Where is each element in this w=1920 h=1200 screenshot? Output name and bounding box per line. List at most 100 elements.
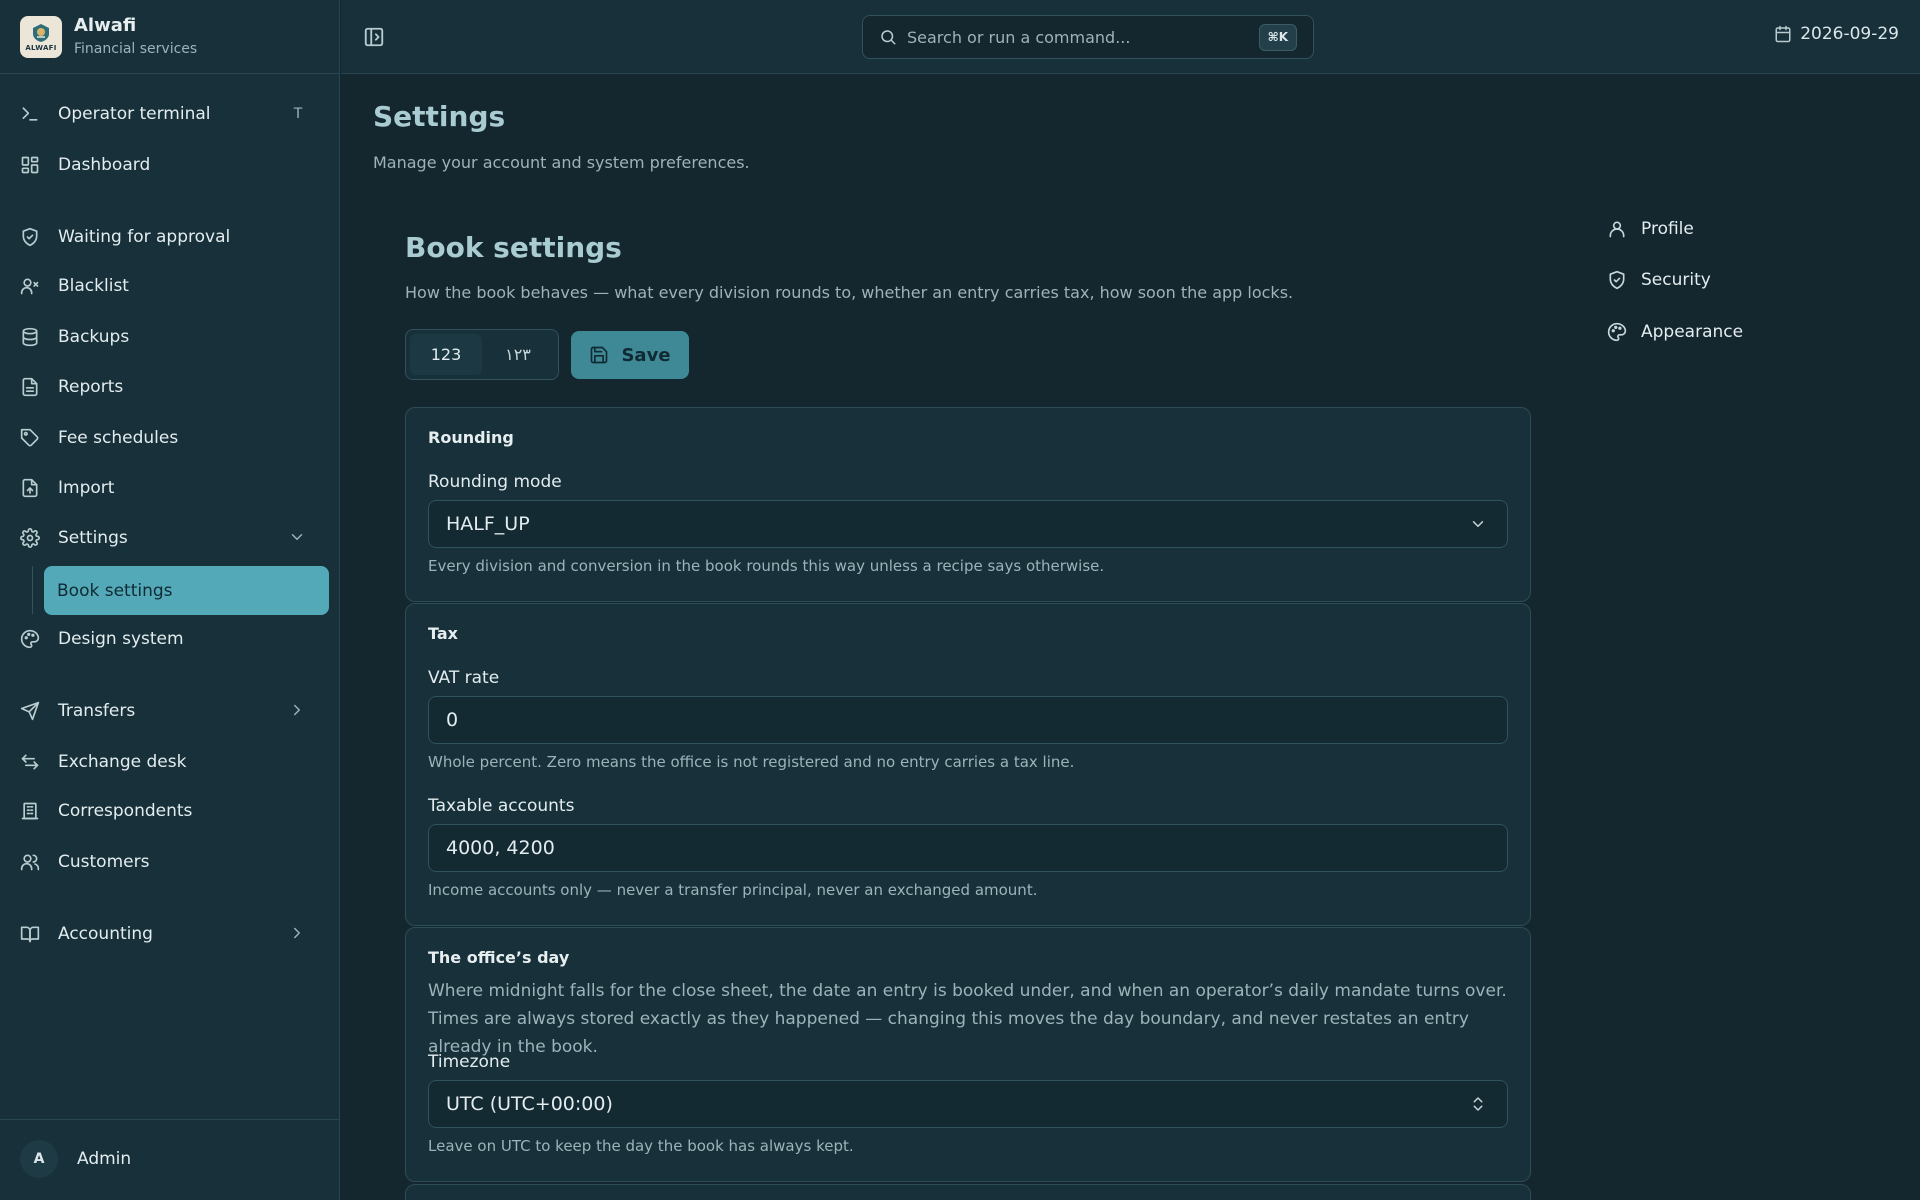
card-title: Tax [428,624,458,643]
settings-nav-appearance[interactable]: Appearance [1607,320,1743,344]
sidebar-item-correspondents[interactable]: Correspondents [20,791,320,831]
select-value: UTC (UTC+00:00) [446,1093,613,1115]
sidebar-item-customers[interactable]: Customers [20,842,320,882]
sidebar-item-label: Customers [58,852,150,872]
sidebar-item-reports[interactable]: Reports [20,367,320,407]
input-value: 4000, 4200 [446,837,555,859]
sidebar-item-waiting-for-approval[interactable]: Waiting for approval [20,217,320,257]
field-help: Every division and conversion in the boo… [428,557,1105,575]
field-help: Leave on UTC to keep the day the book ha… [428,1137,854,1155]
sidebar-item-import[interactable]: Import [20,468,320,508]
numeral-option-arabic[interactable]: ١٢٣ [482,334,554,375]
sidebar-item-label: Reports [58,377,124,397]
settings-nav-label: Appearance [1641,322,1744,342]
settings-nav-profile[interactable]: Profile [1607,217,1694,241]
input-value: 0 [446,709,459,731]
save-button-label: Save [621,344,671,366]
card-title: Rounding [428,428,514,447]
save-button[interactable]: Save [571,331,689,379]
chevron-right-icon [288,924,308,944]
sidebar-item-label: Design system [58,629,184,649]
brand-logo-text: ALWAFI [25,43,57,52]
database-icon [20,327,40,347]
sidebar-item-blacklist[interactable]: Blacklist [20,266,320,306]
palette-icon [20,629,40,649]
section-title: Book settings [405,231,622,264]
command-search-input[interactable]: Search or run a command... ⌘K [862,15,1314,59]
topbar: Search or run a command... ⌘K 2026-09-29 [341,0,1920,74]
submenu-guide-line [32,566,33,614]
field-label: VAT rate [428,668,500,688]
rounding-card: Rounding Rounding mode HALF_UP Every div… [405,407,1531,602]
field-label: Rounding mode [428,472,562,492]
divider [0,1119,340,1120]
file-upload-icon [20,478,40,498]
sidebar-item-label: Import [58,478,115,498]
office-day-card: The office’s day Where midnight falls fo… [405,927,1531,1182]
sidebar-item-label: Transfers [58,701,136,721]
dashboard-icon [20,155,40,175]
palette-icon [1607,322,1627,342]
file-text-icon [20,377,40,397]
chevron-down-icon [1469,515,1487,533]
sidebar-item-dashboard[interactable]: Dashboard [20,145,320,185]
select-value: HALF_UP [446,513,530,535]
sidebar-subitem-book-settings[interactable]: Book settings [44,566,329,615]
sidebar-item-label: Backups [58,327,130,347]
sidebar-item-label: Waiting for approval [58,227,231,247]
chevron-down-icon [288,528,308,548]
shield-check-icon [20,227,40,247]
sidebar-toggle-icon[interactable] [363,26,385,48]
sidebar-item-label: Dashboard [58,155,151,175]
page-subtitle: Manage your account and system preferenc… [373,153,750,172]
sidebar-item-accounting[interactable]: Accounting [20,914,320,954]
chevrons-up-down-icon [1469,1095,1487,1113]
brand-name: Alwafi [74,15,137,36]
field-help: Whole percent. Zero means the office is … [428,753,1075,771]
settings-nav-label: Profile [1641,219,1694,239]
numeral-option-latin[interactable]: 123 [410,334,482,375]
brand[interactable]: ALWAFI Alwafi Financial services [20,15,198,58]
shortcut-hint: T [293,106,303,122]
sidebar-item-label: Correspondents [58,801,193,821]
users-icon [20,852,40,872]
taxable-accounts-input[interactable]: 4000, 4200 [428,824,1508,872]
sidebar-item-backups[interactable]: Backups [20,317,320,357]
card-title: The office’s day [428,948,570,967]
calendar-icon [1774,25,1792,43]
sidebar-subitem-label: Book settings [57,580,173,601]
user-name: Admin [77,1149,132,1169]
user-icon [1607,219,1627,239]
timezone-select[interactable]: UTC (UTC+00:00) [428,1080,1508,1128]
settings-nav-security[interactable]: Security [1607,268,1711,292]
rounding-mode-select[interactable]: HALF_UP [428,500,1508,548]
divider [0,73,340,74]
sidebar-item-fee-schedules[interactable]: Fee schedules [20,418,320,458]
sidebar-item-settings[interactable]: Settings [20,518,320,558]
search-icon [879,28,897,46]
numeral-style-toggle: 123 ١٢٣ [405,329,559,380]
user-menu[interactable]: A Admin [20,1139,131,1179]
sidebar-item-label: Operator terminal [58,104,211,124]
sidebar-item-transfers[interactable]: Transfers [20,691,320,731]
current-date: 2026-09-29 [1774,24,1899,44]
section-description: How the book behaves — what every divisi… [405,283,1294,302]
field-help: Income accounts only — never a transfer … [428,881,1038,899]
tag-icon [20,428,40,448]
sidebar-item-label: Settings [58,528,128,548]
terminal-icon [20,104,40,124]
brand-subtitle: Financial services [74,41,198,57]
brand-logo: ALWAFI [20,16,62,58]
sidebar-item-exchange-desk[interactable]: Exchange desk [20,742,320,782]
save-icon [589,345,609,365]
book-icon [20,924,40,944]
sidebar: ALWAFI Alwafi Financial services Operato… [0,0,340,1200]
vat-rate-input[interactable]: 0 [428,696,1508,744]
chevron-right-icon [288,701,308,721]
gear-icon [20,528,40,548]
sidebar-item-design-system[interactable]: Design system [20,619,320,659]
shield-check-icon [1607,270,1627,290]
field-label: Timezone [428,1052,511,1072]
sidebar-item-operator-terminal[interactable]: Operator terminal T [20,94,320,134]
tax-card: Tax VAT rate 0 Whole percent. Zero means… [405,603,1531,926]
